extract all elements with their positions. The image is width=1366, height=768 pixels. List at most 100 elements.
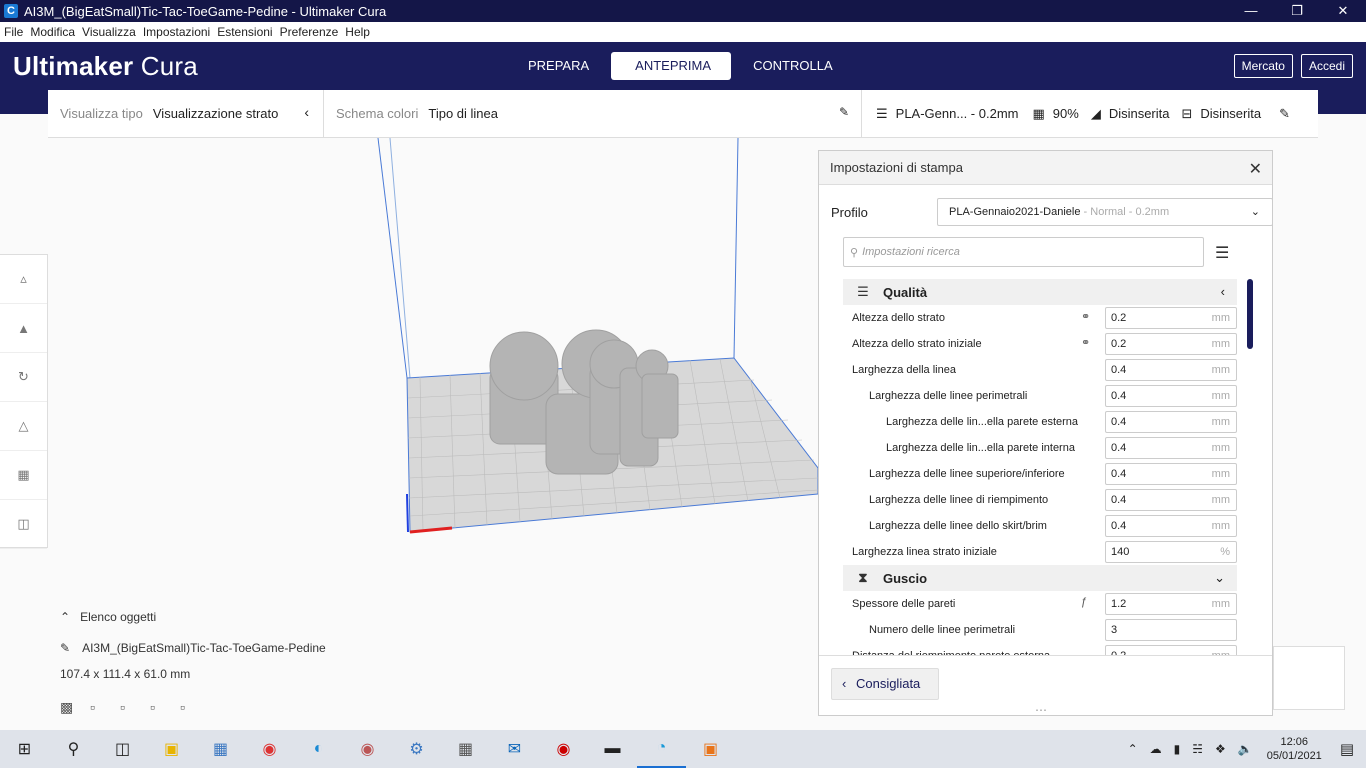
menu-estensioni[interactable]: Estensioni	[214, 25, 275, 39]
profile-summary: PLA-Genn... - 0.2mm	[895, 106, 1019, 121]
setting-value-field[interactable]: 3	[1105, 619, 1237, 641]
start-icon[interactable]: ⊞	[0, 730, 49, 768]
color-scheme-selector[interactable]: Schema colori Tipo di linea ✎	[324, 90, 861, 138]
setting-value-field[interactable]: 0.4 mm	[1105, 437, 1237, 459]
view-top-icon[interactable]: ▫	[120, 699, 150, 716]
chevron-left-icon: ‹	[842, 676, 847, 691]
category-1[interactable]: ⧗ Guscio ⌄	[843, 565, 1237, 591]
close-window-icon[interactable]: ✕	[1320, 0, 1366, 22]
left-toolbar: ▵ ▲ ↻ △ ▦ ◫	[0, 254, 48, 549]
menu-file[interactable]: File	[1, 25, 26, 39]
tab-anteprima[interactable]: ANTEPRIMA	[611, 52, 732, 80]
battery-icon[interactable]: ▮	[1174, 742, 1181, 756]
setting-row: Larghezza delle lin...ella parete estern…	[843, 409, 1237, 435]
pencil-icon[interactable]: ✎	[1279, 106, 1290, 122]
clock[interactable]: 12:06 05/01/2021	[1267, 735, 1322, 763]
title-bar: C AI3M_(BigEatSmall)Tic-Tac-ToeGame-Pedi…	[0, 0, 1366, 22]
menu-impostazioni[interactable]: Impostazioni	[140, 25, 213, 39]
task-view-icon[interactable]: ◫	[98, 730, 147, 768]
setting-value-field[interactable]: 0.4 mm	[1105, 463, 1237, 485]
profile-row: Profilo PLA-Gennaio2021-Daniele - Normal…	[831, 198, 1273, 226]
menu-visualizza[interactable]: Visualizza	[79, 25, 139, 39]
pencil-icon[interactable]: ✎	[60, 641, 70, 655]
chevron-left-icon: ‹	[1220, 284, 1225, 299]
search-icon: ⚲	[850, 246, 859, 259]
settings-menu-icon[interactable]: ☰	[1215, 243, 1229, 263]
setting-value-field[interactable]: 0.2 mm	[1105, 333, 1237, 355]
setting-row: Numero delle linee perimetrali 3	[843, 617, 1237, 643]
sticky-notes-icon[interactable]: ▬	[588, 730, 637, 768]
category-0[interactable]: ☰ Qualità ‹	[843, 279, 1237, 305]
setting-row: Altezza dello strato iniziale ⚭ 0.2 mm	[843, 331, 1237, 357]
view-left-icon[interactable]: ▫	[150, 699, 180, 716]
minimize-icon[interactable]: —	[1228, 0, 1274, 22]
menu-preferenze[interactable]: Preferenze	[277, 25, 342, 39]
print-settings-panel: Impostazioni di stampa ✕ Profilo PLA-Gen…	[818, 150, 1273, 717]
windows-taskbar: ⊞ ⚲ ◫ ▣ ▦ ◉ ◐ ◉ ⚙ ▦ ✉ ◉ ▬ ◔ ▣ ⌃ ☁ ▮ ☵ ❖ …	[0, 730, 1366, 768]
close-icon[interactable]: ✕	[1249, 159, 1262, 179]
onedrive-icon[interactable]: ☁	[1150, 742, 1162, 756]
panel-footer: ‹ Consigliata ⋯	[819, 655, 1272, 717]
view-right-icon[interactable]: ▫	[180, 699, 210, 716]
edge-icon[interactable]: ◐	[294, 730, 343, 768]
pencil-icon[interactable]: ✎	[839, 105, 849, 119]
recommended-button[interactable]: ‹ Consigliata	[831, 668, 939, 700]
outlook-icon[interactable]: ✉	[490, 730, 539, 768]
setting-value-field[interactable]: 0.4 mm	[1105, 489, 1237, 511]
photos-icon[interactable]: ▦	[196, 730, 245, 768]
tab-controlla[interactable]: CONTROLLA	[733, 52, 852, 80]
file-explorer-icon[interactable]: ▣	[147, 730, 196, 768]
print-setup-bar[interactable]: ☰ PLA-Genn... - 0.2mm ▦ 90% ◢ Disinserit…	[861, 90, 1318, 138]
calculator-icon[interactable]: ▦	[441, 730, 490, 768]
setting-row: Larghezza delle linee superiore/inferior…	[843, 461, 1237, 487]
app-red-icon[interactable]: ◉	[539, 730, 588, 768]
move-tool-icon[interactable]: ▵	[0, 255, 47, 304]
profile-dropdown[interactable]: PLA-Gennaio2021-Daniele - Normal - 0.2mm…	[937, 198, 1273, 226]
menu-modifica[interactable]: Modifica	[27, 25, 78, 39]
notification-icon[interactable]: ▤	[1340, 740, 1354, 758]
panel-title: Impostazioni di stampa	[819, 151, 1272, 185]
setting-value-field[interactable]: 0.4 mm	[1105, 385, 1237, 407]
system-tray: ⌃ ☁ ▮ ☵ ❖ 🔈 12:06 05/01/2021 ▤	[1122, 730, 1366, 768]
rotate-tool-icon[interactable]: ↻	[0, 353, 47, 402]
cura-icon[interactable]: ◔	[637, 730, 686, 768]
restore-icon[interactable]: ❐	[1274, 0, 1320, 22]
view-front-icon[interactable]: ▫	[90, 699, 120, 716]
setting-value-field[interactable]: 1.2 mm	[1105, 593, 1237, 615]
wifi-icon[interactable]: ☵	[1192, 742, 1203, 756]
view-3d-icon[interactable]: ▩	[60, 699, 90, 716]
search-icon[interactable]: ⚲	[49, 730, 98, 768]
setting-value-field[interactable]: 0.2 mm	[1105, 307, 1237, 329]
marketplace-button[interactable]: Mercato	[1233, 54, 1293, 78]
setting-row: Altezza dello strato ⚭ 0.2 mm	[843, 305, 1237, 331]
tab-prepara[interactable]: PREPARA	[508, 52, 609, 80]
mirror-tool-icon[interactable]: △	[0, 402, 47, 451]
app-icon[interactable]: ◉	[343, 730, 392, 768]
sign-in-button[interactable]: Accedi	[1300, 54, 1353, 78]
setting-row: Larghezza delle linee dello skirt/brim 0.…	[843, 513, 1237, 539]
settings-scrollbar[interactable]	[1247, 279, 1253, 349]
chevron-up-icon[interactable]: ⌃	[1128, 742, 1138, 756]
setting-value-field[interactable]: 0.4 mm	[1105, 411, 1237, 433]
fusion-icon[interactable]: ▣	[686, 730, 735, 768]
view-type-selector[interactable]: Visualizza tipo Visualizzazione strato ‹	[48, 89, 324, 138]
per-model-settings-icon[interactable]: ▦	[0, 451, 47, 500]
resize-handle-icon[interactable]: ⋯	[1035, 703, 1047, 717]
settings-search-input[interactable]: ⚲ Impostazioni ricerca	[843, 237, 1204, 267]
setting-value-field[interactable]: 0.4 mm	[1105, 515, 1237, 537]
setting-value-field[interactable]: 0.4 mm	[1105, 359, 1237, 381]
network-app-icon[interactable]: ⚙	[392, 730, 441, 768]
object-list-toggle[interactable]: ⌃ Elenco oggetti	[60, 610, 326, 624]
chrome-icon[interactable]: ◉	[245, 730, 294, 768]
setting-value-field[interactable]: 140%	[1105, 541, 1237, 563]
window-title: AI3M_(BigEatSmall)Tic-Tac-ToeGame-Pedine…	[24, 3, 387, 19]
adhesion-icon: ⊟	[1181, 105, 1193, 121]
menu-help[interactable]: Help	[342, 25, 373, 39]
settings-list[interactable]: ☰ Qualità ‹ Altezza dello strato ⚭ 0.2 mm Altez…	[843, 279, 1237, 656]
volume-icon[interactable]: 🔈	[1238, 742, 1253, 756]
scale-tool-icon[interactable]: ▲	[0, 304, 47, 353]
link-icon: ⚭	[1081, 337, 1091, 349]
setting-row: Larghezza delle linee perimetrali 0.4 mm	[843, 383, 1237, 409]
support-blocker-icon[interactable]: ◫	[0, 500, 47, 549]
dropbox-icon[interactable]: ❖	[1215, 742, 1226, 756]
